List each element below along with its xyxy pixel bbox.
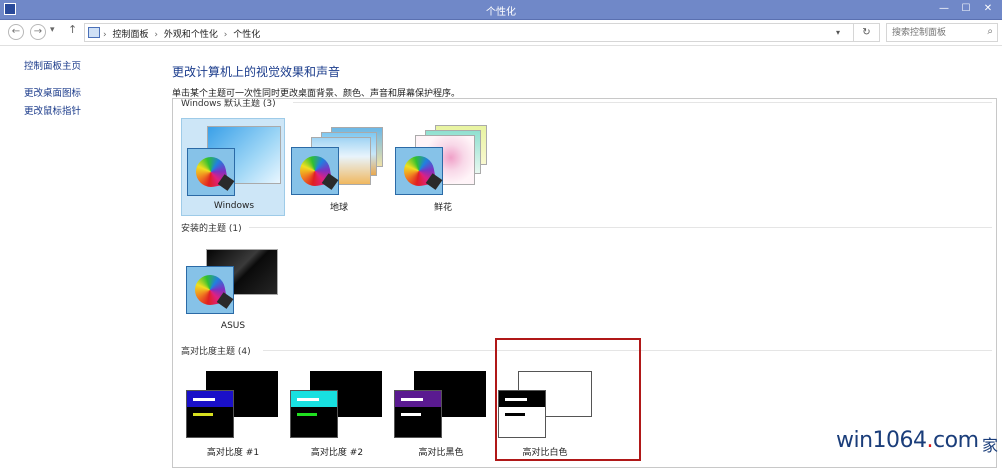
refresh-button[interactable]: ↻ [854, 23, 880, 42]
search-icon[interactable]: ⌕ [987, 26, 993, 37]
search-box[interactable]: ⌕ [886, 23, 998, 42]
watermark-extra: 家 [982, 436, 999, 455]
group-header-high-contrast-themes: 高对比度主题 (4) [181, 347, 251, 357]
breadcrumb-control-panel[interactable]: 控制面板 [112, 30, 148, 40]
theme-high-contrast-2[interactable]: 高对比度 #2 [285, 366, 389, 464]
breadcrumb-appearance[interactable]: 外观和个性化 [164, 30, 218, 40]
breadcrumb-separator: › [154, 30, 158, 40]
theme-windows[interactable]: Windows [181, 118, 285, 216]
theme-flowers[interactable]: 鲜花 [391, 118, 495, 216]
theme-earth[interactable]: 地球 [287, 118, 391, 216]
sidebar-link-change-desktop-icons[interactable]: 更改桌面图标 [24, 85, 81, 99]
theme-label: 高对比黑色 [418, 448, 464, 458]
color-palette-icon [186, 266, 234, 314]
breadcrumb: › 控制面板 › 外观和个性化 › 个性化 [103, 27, 263, 40]
recent-pages-dropdown[interactable]: ▾ [50, 25, 55, 35]
watermark-domain: com [933, 428, 979, 453]
theme-label: 高对比度 #2 [310, 448, 364, 458]
address-toolbar: ← → ▾ ↑ › 控制面板 › 外观和个性化 › 个性化 ▾ ↻ ⌕ [0, 20, 1002, 46]
breadcrumb-separator: › [103, 30, 107, 40]
breadcrumb-separator: › [223, 30, 228, 40]
window-title: 个性化 [486, 7, 516, 18]
theme-label: 鲜花 [433, 203, 452, 213]
breadcrumb-personalization[interactable]: 个性化 [233, 30, 260, 40]
color-palette-icon [291, 147, 339, 195]
forward-button[interactable]: → [30, 24, 46, 40]
theme-preview-window [290, 390, 338, 438]
maximize-button[interactable]: ☐ [958, 2, 974, 16]
theme-label: ASUS [220, 321, 246, 331]
back-button[interactable]: ← [8, 24, 24, 40]
sidebar-link-change-mouse-pointers[interactable]: 更改鼠标指针 [24, 103, 81, 117]
up-button[interactable]: ↑ [68, 23, 77, 36]
sidebar-link-control-panel-home[interactable]: 控制面板主页 [24, 58, 81, 72]
theme-label: 地球 [329, 203, 348, 213]
theme-high-contrast-1[interactable]: 高对比度 #1 [181, 366, 285, 464]
theme-list[interactable]: Windows 默认主题 (3) Windows 地球 鲜花 安装的主题 (1)… [172, 98, 997, 468]
minimize-button[interactable]: — [936, 2, 952, 16]
page-title: 更改计算机上的视觉效果和声音 [172, 65, 341, 79]
address-field[interactable]: › 控制面板 › 外观和个性化 › 个性化 [84, 23, 854, 42]
monitor-icon [88, 27, 100, 38]
group-header-installed-themes: 安装的主题 (1) [181, 224, 242, 234]
group-divider [249, 227, 992, 228]
color-palette-icon [395, 147, 443, 195]
search-input[interactable] [887, 24, 977, 41]
group-header-default-themes: Windows 默认主题 (3) [181, 99, 276, 109]
highlight-box [495, 338, 641, 461]
theme-preview-window [186, 390, 234, 438]
theme-label: Windows [213, 201, 255, 211]
color-palette-icon [187, 148, 235, 196]
theme-preview-window [394, 390, 442, 438]
title-bar: 个性化 — ☐ ✕ [0, 0, 1002, 20]
theme-asus[interactable]: ASUS [181, 242, 285, 340]
close-button[interactable]: ✕ [980, 2, 996, 16]
theme-label: 高对比度 #1 [206, 448, 260, 458]
watermark: win1064.com [836, 428, 979, 453]
theme-high-contrast-black[interactable]: 高对比黑色 [389, 366, 493, 464]
address-history-dropdown[interactable]: ▾ [836, 23, 840, 42]
sidebar: 控制面板主页 更改桌面图标 更改鼠标指针 [0, 46, 160, 470]
group-divider [293, 102, 992, 103]
watermark-text: win1064 [836, 428, 927, 453]
